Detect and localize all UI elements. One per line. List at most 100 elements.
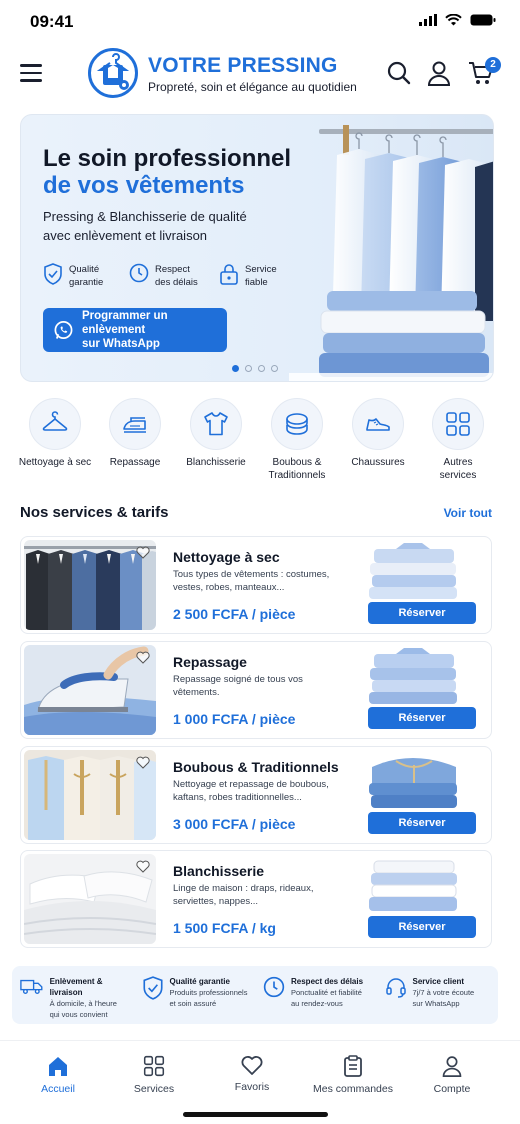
nav-services[interactable]: Services — [104, 1055, 204, 1095]
folded-clothes-icon — [286, 413, 308, 435]
service-card-ironing[interactable]: Repassage Repassage soigné de tous vos v… — [20, 641, 492, 739]
shoe-icon — [366, 418, 390, 431]
hero-feature-label: Service — [245, 264, 277, 275]
menu-icon[interactable] — [20, 64, 42, 82]
category-ironing[interactable]: Repassage — [95, 398, 175, 469]
home-icon — [49, 1057, 67, 1076]
battery-icon — [470, 14, 496, 26]
hero-feature-deadlines: Respect des délais — [129, 263, 198, 289]
service-title: Nettoyage à sec — [173, 549, 280, 565]
whatsapp-pickup-button[interactable]: Programmer un enlèvement sur WhatsApp — [43, 308, 227, 352]
service-card-traditional[interactable]: Boubous & Traditionnels Nettoyage et rep… — [20, 746, 492, 844]
clock-icon — [129, 263, 149, 283]
heart-icon — [241, 1056, 263, 1075]
hero-banner[interactable]: Le soin professionnel de vos vêtements P… — [20, 114, 494, 382]
brand-tagline: Propreté, soin et élégance au quotidien — [148, 80, 357, 94]
favorite-heart-icon[interactable] — [136, 651, 150, 664]
feature-title: Respect des délais — [291, 977, 364, 986]
feature-desc: sur WhatsApp — [412, 999, 460, 1008]
service-description: Repassage soigné de tous vos vêtements. — [173, 674, 303, 698]
category-label: Nettoyage à sec — [18, 457, 92, 468]
folded-shirts-image — [369, 648, 457, 704]
category-label: Chaussures — [351, 457, 405, 468]
grid-icon — [143, 1055, 165, 1077]
hero-feature-label: Qualité — [69, 264, 100, 275]
category-laundry[interactable]: Blanchisserie — [176, 398, 256, 469]
favorite-heart-icon[interactable] — [136, 756, 150, 769]
book-button[interactable]: Réserver — [368, 916, 476, 938]
category-label: services — [439, 470, 477, 481]
search-icon[interactable] — [386, 60, 412, 86]
lock-icon — [220, 264, 238, 285]
feature-customer-service: Service client 7j/7 à votre écoute sur Wha… — [377, 966, 499, 1024]
brand-name: VOTRE PRESSING — [148, 54, 338, 77]
see-all-link[interactable]: Voir tout — [444, 506, 492, 520]
hero-title-highlight: de vos vêtements — [43, 172, 245, 199]
hero-clothes-illustration — [289, 125, 493, 381]
carousel-dot[interactable] — [232, 365, 239, 372]
hero-feature-label: fiable — [245, 277, 268, 288]
category-other-services[interactable]: Autres services — [418, 398, 498, 482]
feature-desc: au rendez-vous — [291, 999, 343, 1008]
cart-badge: 2 — [485, 57, 501, 73]
service-title: Boubous & Traditionnels — [173, 759, 339, 775]
book-button[interactable]: Réserver — [368, 707, 476, 729]
nav-home[interactable]: Accueil — [8, 1055, 108, 1095]
favorite-heart-icon[interactable] — [136, 860, 150, 873]
folded-shirts-image — [369, 543, 457, 599]
category-label: Autres — [443, 457, 473, 468]
truck-icon — [20, 979, 43, 994]
book-button[interactable]: Réserver — [368, 602, 476, 624]
service-price: 1 000 FCFA / pièce — [173, 711, 296, 727]
hero-feature-label: Respect — [155, 264, 190, 275]
nav-label: Services — [133, 1083, 175, 1095]
carousel-indicator[interactable] — [232, 365, 278, 372]
feature-desc: À domicile, à l'heure — [49, 999, 117, 1008]
feature-desc: qui vous convient — [49, 1010, 108, 1019]
category-label: Blanchisserie — [186, 457, 246, 468]
service-price: 2 500 FCFA / pièce — [173, 606, 296, 622]
hero-feature-label: garantie — [69, 277, 104, 288]
favorite-heart-icon[interactable] — [136, 546, 150, 559]
home-indicator — [183, 1112, 328, 1117]
shirt-icon — [204, 412, 228, 436]
nav-favorites[interactable]: Favoris — [202, 1055, 302, 1093]
user-icon — [442, 1056, 462, 1077]
feature-title: Enlèvement & livraison — [49, 977, 103, 997]
category-shoes[interactable]: Chaussures — [338, 398, 418, 469]
carousel-dot[interactable] — [245, 365, 252, 372]
service-description: Linge de maison : draps, rideaux, servie… — [173, 883, 314, 907]
carousel-dot[interactable] — [258, 365, 265, 372]
status-time: 09:41 — [30, 12, 74, 31]
book-button[interactable]: Réserver — [368, 812, 476, 834]
service-description: Tous types de vêtements : costumes, vest… — [173, 569, 330, 593]
feature-pickup-delivery: Enlèvement & livraison À domicile, à l'he… — [12, 966, 134, 1024]
features-bar: Enlèvement & livraison À domicile, à l'he… — [12, 966, 498, 1024]
category-label: Traditionnels — [268, 470, 326, 481]
user-icon[interactable] — [426, 60, 452, 86]
category-dry-cleaning[interactable]: Nettoyage à sec — [15, 398, 95, 469]
hero-feature-label: des délais — [155, 277, 198, 288]
carousel-dot[interactable] — [271, 365, 278, 372]
iron-icon — [123, 417, 146, 433]
headset-icon — [385, 978, 406, 998]
feature-title: Qualité garantie — [169, 977, 230, 986]
feature-deadlines: Respect des délais Ponctualité et fiabili… — [255, 966, 377, 1024]
nav-orders[interactable]: Mes commandes — [303, 1055, 403, 1095]
clipboard-icon — [344, 1055, 362, 1077]
status-icons — [419, 14, 496, 26]
nav-label: Compte — [433, 1083, 471, 1095]
feature-desc: et soin assuré — [169, 999, 217, 1008]
feature-quality: Qualité garantie Produits professionnels e… — [134, 966, 256, 1024]
whatsapp-button-label: sur WhatsApp — [81, 338, 160, 350]
service-card-laundry[interactable]: Blanchisserie Linge de maison : draps, r… — [20, 850, 492, 948]
nav-label: Accueil — [41, 1083, 75, 1095]
service-card-dry-cleaning[interactable]: Nettoyage à sec Tous types de vêtements … — [20, 536, 492, 634]
services-section-title: Nos services & tarifs — [20, 504, 169, 521]
nav-account[interactable]: Compte — [402, 1055, 502, 1095]
service-price: 3 000 FCFA / pièce — [173, 816, 296, 832]
feature-title: Service client — [412, 977, 465, 986]
category-traditional[interactable]: Boubous & Traditionnels — [257, 398, 337, 482]
hero-subtitle: Pressing & Blanchisserie de qualité — [43, 209, 247, 224]
nav-label: Favoris — [234, 1081, 270, 1093]
